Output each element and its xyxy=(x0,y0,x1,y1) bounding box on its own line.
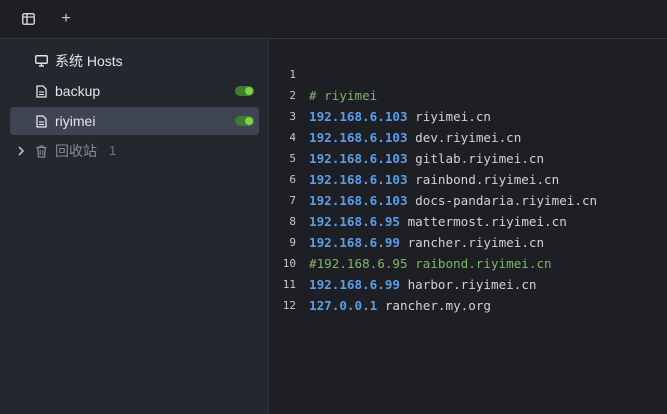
editor-line: 6 192.168.6.103 docs-pandaria.riyimei.cn xyxy=(269,148,667,208)
sidebar: 系统 Hosts backup riyimei 回收站 1 xyxy=(0,39,269,414)
editor-line: 4 192.168.6.103 gitlab.riyimei.cn xyxy=(269,106,667,166)
sidebar-item-label: backup xyxy=(55,83,101,99)
riyimei-toggle[interactable] xyxy=(235,116,254,126)
toggle-knob xyxy=(245,117,253,125)
ip-address: 127.0.0.1 xyxy=(309,298,378,313)
editor-line: 7 192.168.6.95 mattermost.riyimei.cn xyxy=(269,169,667,229)
sidebar-item-system-hosts[interactable]: 系统 Hosts xyxy=(10,47,259,75)
trash-icon xyxy=(34,144,48,158)
sidebar-item-label: 系统 Hosts xyxy=(55,53,123,69)
line-number: 12 xyxy=(282,299,296,312)
editor-line: 10 192.168.6.99 harbor.riyimei.cn xyxy=(269,232,667,292)
editor-line: 8 192.168.6.99 rancher.riyimei.cn xyxy=(269,190,667,250)
editor-line: 2 192.168.6.103 riyimei.cn xyxy=(269,64,667,124)
trash-label: 回收站 xyxy=(55,143,97,159)
toggle-knob xyxy=(245,87,253,95)
editor-line: 12 xyxy=(269,274,667,312)
sidebar-item-label: riyimei xyxy=(55,113,96,129)
hostname: rancher.my.org xyxy=(377,298,491,313)
sidebar-panel-icon[interactable] xyxy=(19,10,37,28)
chevron-right-icon[interactable] xyxy=(15,145,27,157)
backup-toggle[interactable] xyxy=(235,86,254,96)
document-icon xyxy=(34,84,48,98)
top-toolbar: + xyxy=(0,0,667,39)
plus-icon: + xyxy=(61,10,71,27)
editor-line: 11 127.0.0.1 rancher.my.org xyxy=(269,253,667,313)
editor-line: 5 192.168.6.103 rainbond.riyimei.cn xyxy=(269,127,667,187)
sidebar-item-riyimei[interactable]: riyimei xyxy=(10,107,259,135)
editor-line: 1 # riyimei xyxy=(269,43,667,103)
monitor-icon xyxy=(34,54,48,68)
sidebar-item-trash[interactable]: 回收站 1 xyxy=(10,137,259,165)
editor-line: 3 192.168.6.103 dev.riyimei.cn xyxy=(269,85,667,145)
trash-count: 1 xyxy=(109,143,117,158)
hosts-editor[interactable]: 1 # riyimei 2 192.168.6.103 riyimei.cn 3… xyxy=(269,39,667,414)
document-icon xyxy=(34,114,48,128)
sidebar-item-backup[interactable]: backup xyxy=(10,77,259,105)
editor-line: 9 #192.168.6.95 raibond.riyimei.cn xyxy=(269,211,667,271)
add-button[interactable]: + xyxy=(57,10,75,28)
